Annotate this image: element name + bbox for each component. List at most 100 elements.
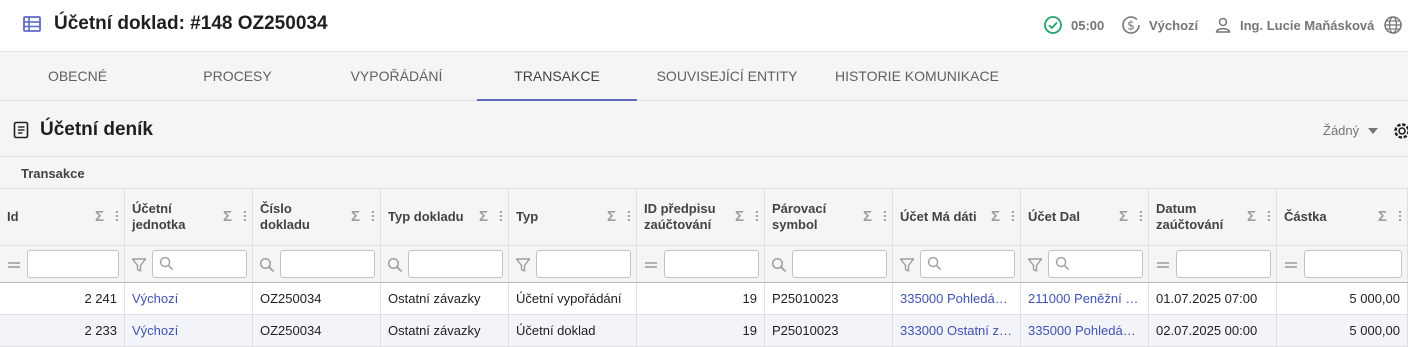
- filter-input[interactable]: [280, 250, 375, 278]
- cell-ucetni-jednotka[interactable]: Výchozí: [125, 283, 253, 314]
- session-timer[interactable]: 05:00: [1043, 14, 1104, 36]
- user-menu[interactable]: Ing. Lucie Maňásková: [1214, 14, 1374, 36]
- column-header-ucet-ma-dati[interactable]: Účet Má dáti Σ: [893, 189, 1021, 245]
- equals-icon[interactable]: [1283, 257, 1299, 273]
- cell-ucet-dal[interactable]: 335000 Pohledávky: [1021, 315, 1149, 346]
- cell-parovaci-symbol: P25010023: [765, 283, 893, 314]
- column-header-typ-dokladu[interactable]: Typ dokladuΣ: [381, 189, 509, 245]
- column-menu-icon[interactable]: [1012, 210, 1014, 222]
- sum-icon[interactable]: Σ: [1378, 208, 1387, 225]
- cell-id-predpisu-zauctovani: 19: [637, 315, 765, 346]
- column-header-parovaci-symbol[interactable]: Párovací symbol Σ: [765, 189, 893, 245]
- currency-label: Výchozí: [1149, 18, 1198, 33]
- currency-selector[interactable]: $ Výchozí: [1121, 14, 1198, 36]
- column-menu-icon[interactable]: [756, 210, 758, 222]
- filter-input[interactable]: [792, 250, 887, 278]
- column-menu-icon[interactable]: [116, 210, 118, 222]
- column-menu-icon[interactable]: [500, 210, 502, 222]
- search-icon[interactable]: [259, 257, 275, 273]
- column-header-cislo-dokladu[interactable]: Číslo dokladuΣ: [253, 189, 381, 245]
- cell-ucet-ma-dati[interactable]: 333000 Ostatní závazky: [893, 315, 1021, 346]
- filter-input[interactable]: [536, 250, 631, 278]
- gear-icon[interactable]: [1392, 121, 1408, 141]
- search-icon[interactable]: [771, 257, 787, 273]
- tab-procesy[interactable]: PROCESY: [160, 52, 315, 100]
- column-header-typ[interactable]: Typ Σ: [509, 189, 637, 245]
- sum-icon[interactable]: Σ: [351, 208, 360, 225]
- tab-souvisejici-entity[interactable]: SOUVISEJÍCÍ ENTITY: [648, 52, 806, 100]
- cell-id-predpisu-zauctovani: 19: [637, 283, 765, 314]
- table-row[interactable]: 2 241VýchozíOZ250034Ostatní závazkyÚčetn…: [0, 283, 1408, 315]
- column-header-label: ID předpisu zaúčtování: [644, 201, 728, 233]
- column-menu-icon[interactable]: [628, 210, 630, 222]
- chevron-down-icon[interactable]: [1368, 128, 1378, 134]
- cell-castka: 5 000,00: [1277, 315, 1408, 346]
- column-header-datum-zauctovani[interactable]: Datum zaúčtováníΣ: [1149, 189, 1277, 245]
- cell-typ-dokladu: Ostatní závazky: [381, 315, 509, 346]
- equals-icon[interactable]: [6, 257, 22, 273]
- tab-vyporadani[interactable]: VYPOŘÁDÁNÍ: [319, 52, 474, 100]
- filter-cell-castka: [1277, 246, 1408, 282]
- equals-icon[interactable]: [1155, 257, 1171, 273]
- column-menu-icon[interactable]: [1140, 210, 1142, 222]
- funnel-icon[interactable]: [899, 257, 915, 273]
- sum-icon[interactable]: Σ: [863, 208, 872, 225]
- cell-id: 2 241: [0, 283, 125, 314]
- table-row[interactable]: 2 233VýchozíOZ250034Ostatní závazkyÚčetn…: [0, 315, 1408, 347]
- column-header-ucetni-jednotka[interactable]: Účetní jednotka Σ: [125, 189, 253, 245]
- sum-icon[interactable]: Σ: [1119, 208, 1128, 225]
- sum-icon[interactable]: Σ: [223, 208, 232, 225]
- filter-input[interactable]: [152, 250, 247, 278]
- sum-icon[interactable]: Σ: [735, 208, 744, 225]
- filter-input[interactable]: [920, 250, 1015, 278]
- column-header-label: Účetní jednotka: [132, 201, 216, 233]
- filter-cell-datum-zauctovani: [1149, 246, 1277, 282]
- filter-input[interactable]: [27, 250, 119, 278]
- filter-input[interactable]: [1304, 250, 1402, 278]
- column-header-id-predpisu-zauctovani[interactable]: ID předpisu zaúčtování Σ: [637, 189, 765, 245]
- column-header-ucet-dal[interactable]: Účet Dal Σ: [1021, 189, 1149, 245]
- column-menu-icon[interactable]: [1399, 210, 1401, 222]
- column-header-label: Účet Má dáti: [900, 209, 984, 225]
- column-menu-icon[interactable]: [884, 210, 886, 222]
- cell-ucet-ma-dati[interactable]: 335000 Pohledávky: [893, 283, 1021, 314]
- filter-input[interactable]: [1176, 250, 1271, 278]
- tab-historie-komunikace[interactable]: HISTORIE KOMUNIKACE: [827, 52, 1007, 100]
- search-icon: [159, 256, 174, 271]
- journal-icon: [12, 121, 30, 139]
- cell-datum-zauctovani: 02.07.2025 00:00: [1149, 315, 1277, 346]
- column-menu-icon[interactable]: [372, 210, 374, 222]
- grid-header-row: IdΣÚčetní jednotkaΣČíslo dokladuΣTyp dok…: [0, 189, 1408, 246]
- tab-obecne[interactable]: OBECNÉ: [0, 52, 155, 100]
- column-header-label: Účet Dal: [1028, 209, 1112, 225]
- sum-icon[interactable]: Σ: [95, 208, 104, 225]
- column-header-label: Typ: [516, 209, 600, 225]
- filter-input[interactable]: [664, 250, 759, 278]
- column-header-castka[interactable]: Částka Σ: [1277, 189, 1408, 245]
- svg-text:$: $: [1127, 19, 1135, 33]
- funnel-icon[interactable]: [1027, 257, 1043, 273]
- filter-cell-id-predpisu-zauctovani: [637, 246, 765, 282]
- sum-icon[interactable]: Σ: [991, 208, 1000, 225]
- cell-ucet-dal[interactable]: 211000 Peněžní prostředky: [1021, 283, 1149, 314]
- search-icon[interactable]: [387, 257, 403, 273]
- cell-ucetni-jednotka[interactable]: Výchozí: [125, 315, 253, 346]
- sum-icon[interactable]: Σ: [479, 208, 488, 225]
- filter-input[interactable]: [408, 250, 503, 278]
- column-header-label: Částka: [1284, 209, 1371, 225]
- equals-icon[interactable]: [643, 257, 659, 273]
- sum-icon[interactable]: Σ: [1247, 208, 1256, 225]
- view-selector[interactable]: Žádný: [1323, 123, 1359, 138]
- globe-icon[interactable]: [1383, 15, 1403, 35]
- search-icon: [927, 256, 942, 271]
- funnel-icon[interactable]: [131, 257, 147, 273]
- sum-icon[interactable]: Σ: [607, 208, 616, 225]
- tab-transakce[interactable]: TRANSAKCE: [477, 52, 637, 100]
- column-header-id[interactable]: IdΣ: [0, 189, 125, 245]
- filter-input[interactable]: [1048, 250, 1143, 278]
- column-menu-icon[interactable]: [1268, 210, 1270, 222]
- check-circle-icon: [1043, 15, 1063, 35]
- column-menu-icon[interactable]: [244, 210, 246, 222]
- funnel-icon[interactable]: [515, 257, 531, 273]
- column-header-label: Párovací symbol: [772, 201, 856, 233]
